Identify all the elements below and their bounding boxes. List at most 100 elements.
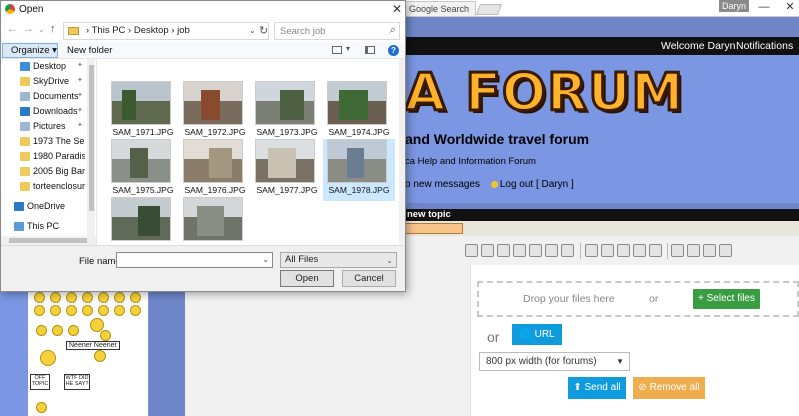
file-list-scrollbar[interactable] (399, 59, 405, 245)
breadcrumb[interactable]: › This PC › Desktop › job (86, 25, 190, 36)
nav-item-documents[interactable]: Documents ✦ (1, 89, 95, 104)
toolbar-link-icon[interactable] (513, 244, 526, 257)
nav-item-desktop[interactable]: Desktop ✦ (1, 59, 95, 74)
toolbar-date-icon[interactable] (687, 244, 700, 257)
toolbar-align-center-icon[interactable] (617, 244, 630, 257)
toolbar-align-right-icon[interactable] (633, 244, 646, 257)
smiley-icon[interactable] (50, 292, 61, 303)
nav-item-downloads[interactable]: Downloads ✦ (1, 104, 95, 119)
select-files-button[interactable]: + Select files (693, 289, 760, 309)
logout-link[interactable]: Log out [ Daryn ] (490, 179, 582, 190)
chevron-down-icon[interactable]: ▾ (346, 44, 350, 53)
off-topic-sign[interactable]: OFF TOPIC (30, 374, 50, 390)
minimize-icon[interactable]: — (752, 0, 776, 15)
horizontal-scroll-thumb[interactable] (9, 238, 87, 243)
organize-button[interactable]: Organize ▾ (2, 43, 58, 58)
toolbar-table-icon[interactable] (671, 244, 684, 257)
forum-logo[interactable]: A FORUM (403, 62, 684, 125)
pin-icon[interactable]: ✦ (77, 106, 83, 114)
file-name-input[interactable]: ⌄ (116, 252, 273, 268)
smiley-icon[interactable] (94, 350, 106, 362)
view-options-icon[interactable] (332, 46, 342, 54)
window-close-icon[interactable]: ✕ (778, 0, 799, 15)
resize-select[interactable]: 800 px width (for forums) ▼ (479, 352, 630, 371)
file-item[interactable]: SAM_1974.JPG (323, 81, 395, 143)
address-bar[interactable]: › This PC › Desktop › job ⌄ ↻ (63, 22, 269, 40)
smiley-icon[interactable] (82, 305, 93, 316)
back-arrow-icon[interactable]: ← (7, 23, 18, 35)
file-item[interactable]: SAM_1977.JPG (251, 139, 323, 201)
file-item[interactable]: SAM_1975.JPG (107, 139, 179, 201)
preview-pane-icon[interactable] (365, 46, 375, 54)
smiley-icon[interactable] (66, 292, 77, 303)
new-tab-button[interactable] (475, 4, 503, 15)
file-type-select[interactable]: All Files ⌄ (280, 252, 397, 268)
browser-tab[interactable]: Google Search (404, 1, 476, 16)
pin-icon[interactable]: ✦ (77, 121, 83, 129)
smiley-icon[interactable] (34, 292, 45, 303)
nav-item-1973-the-serper[interactable]: 1973 The Serper (1, 134, 95, 149)
nav-item-pictures[interactable]: Pictures ✦ (1, 119, 95, 134)
smiley-icon[interactable] (52, 325, 63, 336)
nav-item-2005-big-bang-t[interactable]: 2005 Big Bang T (1, 164, 95, 179)
toolbar-list-icon[interactable] (649, 244, 662, 257)
smiley-icon[interactable] (36, 402, 47, 413)
smiley-icon[interactable] (50, 305, 61, 316)
subject-input[interactable] (405, 223, 463, 234)
file-item[interactable]: SAM_1976.JPG (179, 139, 251, 201)
file-item[interactable]: SAM_1971.JPG (107, 81, 179, 143)
chevron-down-icon[interactable]: ⌄ (249, 26, 256, 35)
toolbar-bold-icon[interactable] (585, 244, 598, 257)
toolbar-youtube-icon[interactable] (529, 244, 542, 257)
smiley-icon[interactable] (68, 325, 79, 336)
new-folder-button[interactable]: New folder (67, 45, 112, 56)
smiley-icon[interactable] (114, 305, 125, 316)
forward-arrow-icon[interactable]: → (23, 23, 34, 35)
close-icon[interactable]: ✕ (389, 1, 405, 18)
smiley-icon[interactable] (130, 305, 141, 316)
send-all-button[interactable]: ⬆ Send all (568, 377, 626, 399)
smiley-icon[interactable] (82, 292, 93, 303)
wtf-sign[interactable]: WTF DID HE SAY? (64, 374, 90, 390)
navigation-scroll-thumb[interactable] (89, 65, 94, 211)
remove-all-button[interactable]: ⊘ Remove all (633, 377, 705, 399)
search-input[interactable]: Search job ⌕ (274, 22, 400, 40)
smiley-icon[interactable] (66, 305, 77, 316)
toolbar-image-icon[interactable] (465, 244, 478, 257)
refresh-icon[interactable]: ↻ (259, 24, 268, 37)
help-icon[interactable]: ? (388, 45, 399, 56)
smiley-icon[interactable] (98, 292, 109, 303)
up-arrow-icon[interactable]: ↑ (50, 23, 56, 35)
smiley-icon[interactable] (114, 292, 125, 303)
file-item[interactable]: SAM_1980.JPG (179, 197, 251, 245)
toolbar-color-icon[interactable] (561, 244, 574, 257)
toolbar-gallery-icon[interactable] (481, 244, 494, 257)
recent-dropdown-icon[interactable]: ⌄ (38, 25, 45, 34)
pin-icon[interactable]: ✦ (77, 61, 83, 69)
smiley-icon[interactable] (40, 350, 56, 366)
file-item[interactable]: SAM_1973.JPG (251, 81, 323, 143)
toolbar-align-left-icon[interactable] (601, 244, 614, 257)
url-button[interactable]: 🌐 URL (512, 324, 562, 345)
profile-chip[interactable]: Daryn (719, 0, 749, 12)
smiley-icon[interactable] (34, 305, 45, 316)
toolbar-smiley-icon[interactable] (703, 244, 716, 257)
toolbar-save-icon[interactable] (497, 244, 510, 257)
toolbar-flash-icon[interactable] (545, 244, 558, 257)
nav-item-this-pc[interactable]: This PC (1, 219, 89, 234)
nav-item-1980-paradise-th[interactable]: 1980 Paradise Th (1, 149, 95, 164)
file-item[interactable]: SAM_1979.JPG (107, 197, 179, 245)
nav-item-onedrive[interactable]: OneDrive (1, 199, 89, 214)
new-messages-link[interactable]: o new messages (405, 179, 480, 190)
pin-icon[interactable]: ✦ (77, 76, 83, 84)
smiley-icon[interactable] (130, 292, 141, 303)
toolbar-quote-icon[interactable] (719, 244, 732, 257)
smiley-icon[interactable] (100, 330, 111, 341)
neener-smiley[interactable]: Neener Neener (66, 341, 120, 350)
smiley-icon[interactable] (98, 305, 109, 316)
file-item[interactable]: SAM_1978.JPG (323, 139, 395, 201)
nav-item-skydrive[interactable]: SkyDrive ✦ (1, 74, 95, 89)
nav-item-torteenclosure[interactable]: torteenclosure (1, 179, 95, 194)
chevron-down-icon[interactable]: ⌄ (262, 255, 269, 264)
cancel-button[interactable]: Cancel (342, 270, 396, 287)
